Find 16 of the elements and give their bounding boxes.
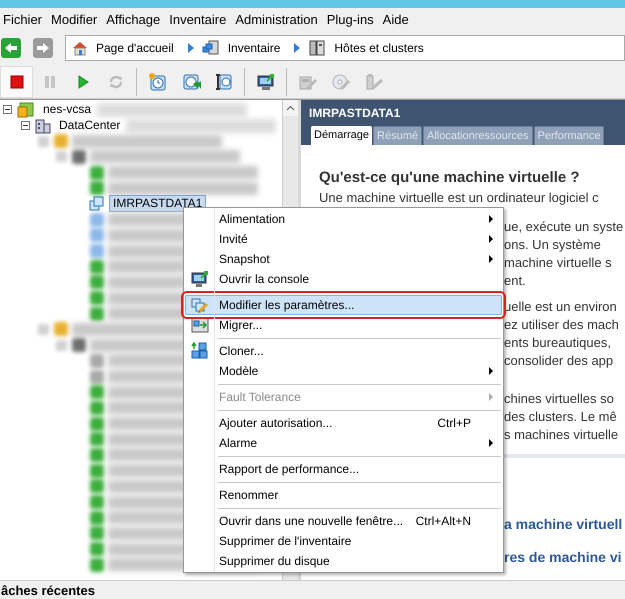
panel-title: IMRPASTDATA1 bbox=[308, 105, 402, 122]
paragraph-line: Une machine virtuelle est un ordinateur logiciel c bbox=[319, 191, 600, 206]
paragraph-line: machine virtuelle s bbox=[504, 254, 613, 272]
paragraph-line: ez utiliser des mach bbox=[504, 316, 620, 334]
paragraph-line: consolider des app bbox=[504, 352, 614, 370]
shortcut-label: Ctrl+P bbox=[437, 415, 471, 432]
paragraph-line: ons. Un système bbox=[504, 236, 602, 254]
paragraph-line: ent. bbox=[504, 272, 527, 290]
panel-label: âches récentes bbox=[1, 582, 95, 599]
paragraph-line: des clusters. Le mê bbox=[504, 408, 618, 426]
paragraph-line: chines virtuelles so bbox=[504, 390, 615, 408]
paragraph-line: ue, exécute un syste bbox=[504, 218, 624, 236]
paragraph-line: ents bureautiques, bbox=[504, 334, 612, 352]
section-heading: Qu'est-ce qu'une machine virtuelle ? bbox=[319, 168, 581, 187]
shortcut-label: Ctrl+Alt+N bbox=[416, 513, 471, 530]
paragraph-line: s machines virtuelle bbox=[504, 426, 620, 444]
